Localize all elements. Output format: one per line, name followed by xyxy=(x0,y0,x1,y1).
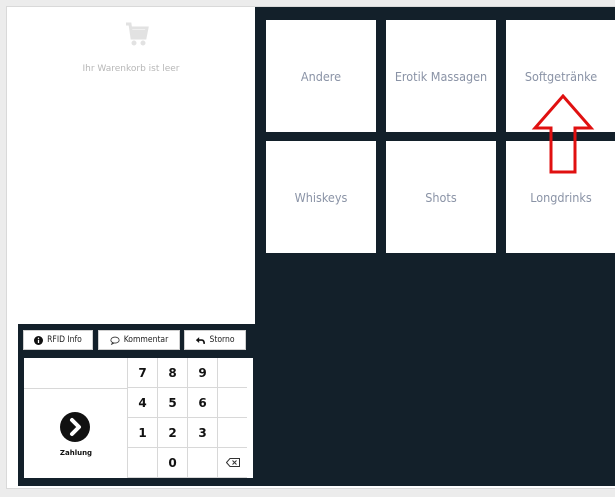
comment-label: Kommentar xyxy=(123,335,169,345)
cart-panel: Ihr Warenkorb ist leer xyxy=(7,7,255,324)
key-1[interactable]: 1 xyxy=(127,418,157,448)
payment-label: Zahlung xyxy=(59,449,93,457)
key-blank-3[interactable] xyxy=(217,418,247,448)
comment-icon xyxy=(110,336,120,345)
payment-button[interactable]: Zahlung xyxy=(24,388,128,478)
storno-label: Storno xyxy=(209,335,235,345)
shopping-cart-icon xyxy=(126,22,149,46)
chevron-right-icon xyxy=(70,418,81,436)
key-blank-1[interactable] xyxy=(217,358,247,388)
rfid-info-label: RFID Info xyxy=(47,335,82,345)
key-0[interactable]: 0 xyxy=(157,448,187,478)
payment-circle xyxy=(60,412,90,442)
key-3[interactable]: 3 xyxy=(187,418,217,448)
backspace-key[interactable] xyxy=(217,448,247,478)
annotation-arrow-icon xyxy=(531,94,595,174)
rfid-info-button[interactable]: RFID Info xyxy=(23,330,93,350)
cart-empty-message: Ihr Warenkorb ist leer xyxy=(82,64,180,74)
key-2[interactable]: 2 xyxy=(157,418,187,448)
key-5[interactable]: 5 xyxy=(157,388,187,418)
action-toolbar: RFID Info Kommentar Storno xyxy=(23,330,253,352)
backspace-icon xyxy=(225,458,240,467)
key-4[interactable]: 4 xyxy=(127,388,157,418)
comment-button[interactable]: Kommentar xyxy=(98,330,180,350)
category-grid: Andere Erotik Massagen Softgetränke Whis… xyxy=(255,7,615,486)
key-7[interactable]: 7 xyxy=(127,358,157,388)
storno-button[interactable]: Storno xyxy=(184,330,246,350)
key-blank-2[interactable] xyxy=(217,388,247,418)
category-tile-shots[interactable]: Shots xyxy=(386,141,496,253)
category-tile-andere[interactable]: Andere xyxy=(266,20,376,132)
category-tile-erotik-massagen[interactable]: Erotik Massagen xyxy=(386,20,496,132)
undo-icon xyxy=(196,336,206,344)
key-9[interactable]: 9 xyxy=(187,358,217,388)
info-icon xyxy=(34,335,44,345)
category-tile-whiskeys[interactable]: Whiskeys xyxy=(266,141,376,253)
key-8[interactable]: 8 xyxy=(157,358,187,388)
key-6[interactable]: 6 xyxy=(187,388,217,418)
numeric-keypad: Zahlung 7 8 9 4 5 6 1 2 3 0 xyxy=(24,358,253,478)
key-blank-4[interactable] xyxy=(127,448,157,478)
key-blank-5[interactable] xyxy=(187,448,217,478)
